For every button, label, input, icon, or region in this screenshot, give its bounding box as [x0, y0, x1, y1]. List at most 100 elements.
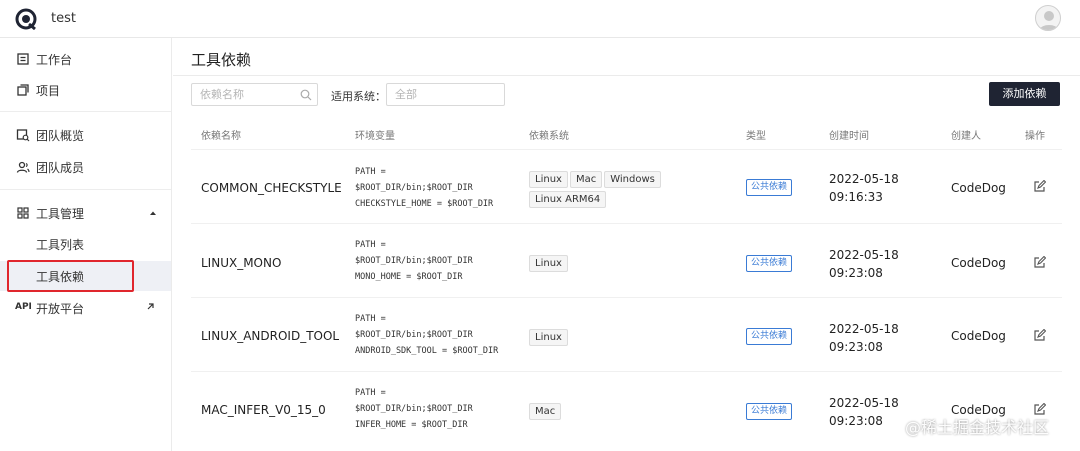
column-header-type: 类型	[746, 131, 766, 142]
created-clock: 09:16:33	[829, 190, 883, 204]
env-line: PATH =	[355, 314, 386, 324]
env-line: $ROOT_DIR/bin;$ROOT_DIR	[355, 404, 473, 414]
type-badge: 公共依赖	[746, 328, 793, 345]
sidebar-item-label: 项目	[36, 84, 61, 98]
type-badge: 公共依赖	[746, 403, 793, 420]
env-line: ANDROID_SDK_TOOL = $ROOT_DIR	[355, 346, 499, 356]
sidebar-item-workbench[interactable]: 工作台	[0, 44, 171, 74]
column-header-created-time: 创建时间	[829, 131, 869, 142]
table-row[interactable]: LINUX_MONO PATH = $ROOT_DIR/bin;$ROOT_DI…	[191, 224, 1062, 298]
app-logo-icon[interactable]	[15, 8, 37, 30]
watermark: @稀土掘金技术社区	[905, 418, 1050, 437]
highlight-annotation-box	[7, 260, 134, 292]
creator: CodeDog	[951, 181, 1006, 195]
system-filter-select[interactable]	[386, 83, 505, 106]
created-time: 2022-05-18 09:23:08	[829, 320, 899, 356]
system-tag: Linux	[529, 329, 568, 346]
dependency-name[interactable]: COMMON_CHECKSTYLE	[201, 181, 342, 195]
created-time: 2022-05-18 09:16:33	[829, 170, 899, 206]
sidebar-item-label: 工具管理	[36, 207, 85, 221]
type-badge: 公共依赖	[746, 255, 793, 272]
search-input[interactable]	[200, 88, 295, 101]
system-filter-input[interactable]	[395, 88, 490, 101]
sidebar-item-label: 工具列表	[36, 238, 85, 252]
column-header-name: 依赖名称	[201, 131, 241, 142]
system-tag: Mac	[529, 403, 562, 420]
title-divider	[173, 75, 1080, 76]
column-header-env: 环境变量	[355, 131, 395, 142]
system-tags: Linux Mac Windows Linux ARM64	[529, 171, 679, 211]
env-line: PATH =	[355, 388, 386, 398]
column-header-creator: 创建人	[951, 131, 981, 142]
sidebar-item-projects[interactable]: 项目	[0, 75, 171, 105]
system-tags: Linux	[529, 255, 679, 275]
external-link-icon	[147, 303, 154, 310]
env-line: MONO_HOME = $ROOT_DIR	[355, 272, 463, 282]
main-content: 工具依赖 适用系统： 添加依赖 依赖名称 环境变量 依赖系统 类型 创建时间 创…	[173, 38, 1080, 451]
env-line: $ROOT_DIR/bin;$ROOT_DIR	[355, 256, 473, 266]
column-header-systems: 依赖系统	[529, 131, 569, 142]
sidebar-item-open-platform[interactable]: API 开放平台	[0, 293, 171, 323]
env-vars: PATH = $ROOT_DIR/bin;$ROOT_DIR INFER_HOM…	[355, 385, 473, 433]
created-time: 2022-05-18 09:23:08	[829, 246, 899, 282]
system-tag: Linux ARM64	[529, 191, 607, 208]
created-clock: 09:23:08	[829, 414, 883, 428]
created-date: 2022-05-18	[829, 248, 899, 262]
sidebar-item-label: 开放平台	[36, 302, 85, 316]
project-icon	[17, 84, 29, 96]
env-line: $ROOT_DIR/bin;$ROOT_DIR	[355, 330, 473, 340]
env-line: $ROOT_DIR/bin;$ROOT_DIR	[355, 183, 473, 193]
add-dependency-button[interactable]: 添加依赖	[989, 82, 1060, 106]
api-icon: API	[15, 302, 32, 312]
created-clock: 09:23:08	[829, 340, 883, 354]
sidebar-divider	[0, 111, 171, 112]
edit-icon[interactable]	[1033, 180, 1046, 193]
sidebar: 工作台 项目 团队概览 团队成员 工具管理 工具列表 工具依赖 API 开放平台	[0, 38, 172, 451]
search-icon[interactable]	[300, 89, 312, 101]
sidebar-item-label: 工作台	[36, 53, 73, 67]
system-tags: Linux	[529, 329, 679, 349]
creator: CodeDog	[951, 329, 1006, 343]
table-row[interactable]: COMMON_CHECKSTYLE PATH = $ROOT_DIR/bin;$…	[191, 150, 1062, 224]
sidebar-divider	[0, 189, 171, 190]
column-header-actions: 操作	[1025, 131, 1045, 142]
env-line: INFER_HOME = $ROOT_DIR	[355, 420, 468, 430]
system-tag: Mac	[569, 171, 603, 188]
members-icon	[16, 161, 30, 173]
system-tag: Windows	[604, 171, 661, 188]
dependency-name[interactable]: LINUX_MONO	[201, 256, 281, 270]
env-line: PATH =	[355, 167, 386, 177]
edit-icon[interactable]	[1033, 329, 1046, 342]
env-line: PATH =	[355, 240, 386, 250]
type-badge: 公共依赖	[746, 179, 793, 196]
edit-icon[interactable]	[1033, 256, 1046, 269]
sidebar-item-tool-list[interactable]: 工具列表	[0, 229, 171, 259]
dependency-name[interactable]: MAC_INFER_V0_15_0	[201, 403, 326, 417]
page-title: 工具依赖	[191, 51, 252, 69]
system-filter-label: 适用系统：	[331, 90, 386, 103]
chevron-up-icon[interactable]	[148, 208, 158, 218]
env-vars: PATH = $ROOT_DIR/bin;$ROOT_DIR ANDROID_S…	[355, 311, 498, 359]
sidebar-item-label: 团队概览	[36, 129, 85, 143]
sidebar-item-team-overview[interactable]: 团队概览	[0, 120, 171, 150]
avatar-icon	[1039, 11, 1059, 30]
sidebar-item-team-members[interactable]: 团队成员	[0, 152, 171, 182]
env-vars: PATH = $ROOT_DIR/bin;$ROOT_DIR MONO_HOME…	[355, 237, 473, 285]
created-date: 2022-05-18	[829, 172, 899, 186]
system-tag: Linux	[529, 171, 568, 188]
dependency-name[interactable]: LINUX_ANDROID_TOOL	[201, 329, 339, 343]
grid-icon	[17, 207, 29, 219]
sidebar-item-tool-management[interactable]: 工具管理	[0, 198, 171, 228]
workbench-icon	[17, 53, 29, 65]
overview-icon	[16, 129, 30, 142]
table-row[interactable]: LINUX_ANDROID_TOOL PATH = $ROOT_DIR/bin;…	[191, 298, 1062, 372]
created-time: 2022-05-18 09:23:08	[829, 394, 899, 430]
top-bar: test	[0, 0, 1080, 38]
env-line: CHECKSTYLE_HOME = $ROOT_DIR	[355, 199, 494, 209]
search-field[interactable]	[191, 83, 318, 106]
created-date: 2022-05-18	[829, 322, 899, 336]
sidebar-item-label: 团队成员	[36, 161, 85, 175]
user-avatar[interactable]	[1035, 5, 1061, 31]
app-title[interactable]: test	[51, 11, 76, 26]
created-clock: 09:23:08	[829, 266, 883, 280]
